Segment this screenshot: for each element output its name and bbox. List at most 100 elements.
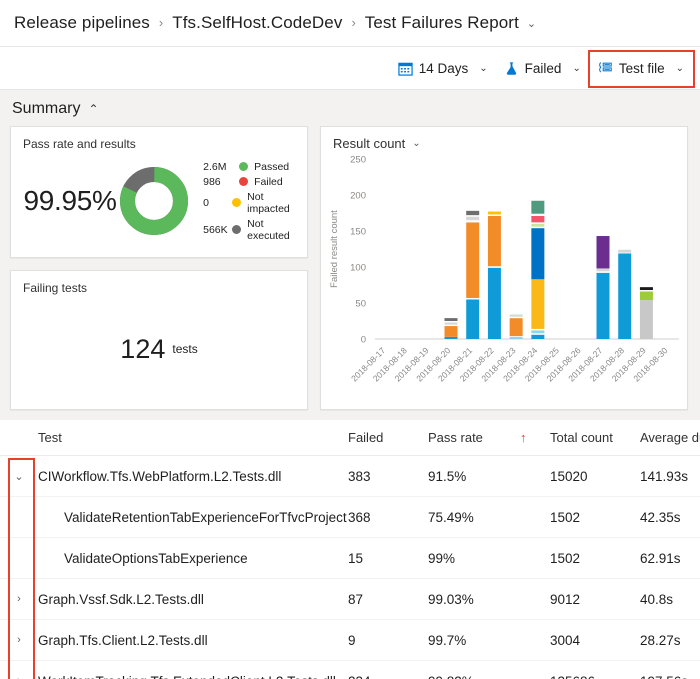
sort-ascending-icon[interactable]: ↑: [520, 430, 550, 445]
chevron-down-icon[interactable]: ⌄: [527, 17, 536, 30]
row-expander[interactable]: ›: [0, 634, 38, 646]
failing-tests-count: 124: [120, 333, 166, 364]
chevron-right-icon[interactable]: ›: [17, 675, 21, 679]
result-count-chart-menu[interactable]: Result count ⌄: [321, 127, 687, 151]
cell-average-duration: 42.35s: [640, 509, 681, 525]
chart-bar-segment[interactable]: [509, 318, 523, 337]
chart-bar-segment[interactable]: [596, 271, 610, 273]
chart-bar-segment[interactable]: [444, 336, 458, 339]
chevron-right-icon[interactable]: ›: [17, 593, 21, 605]
cell-average-duration: 197.56s: [640, 674, 700, 679]
chart-bar-segment[interactable]: [531, 226, 545, 229]
chart-bar-segment[interactable]: [531, 330, 545, 334]
table-row[interactable]: › WorkItemTracking.Tfs.ExtendedClient.L2.…: [0, 661, 700, 679]
filter-date-range[interactable]: 14 Days ⌄: [390, 57, 496, 80]
chart-bar-segment[interactable]: [444, 318, 458, 321]
chart-bar-segment[interactable]: [531, 228, 545, 280]
table-row[interactable]: › Graph.Tfs.Client.L2.Tests.dll 9 99.7% 3004…: [0, 620, 700, 661]
row-expander[interactable]: ⌄: [0, 470, 38, 483]
test-failures-report-page: Release pipelines › Tfs.SelfHost.CodeDev…: [0, 0, 700, 679]
filter-group-by[interactable]: Test file ⌄: [589, 57, 692, 80]
legend-label: Not executed: [247, 217, 290, 242]
test-results-table-wrap: Test Failed Pass rate ↑ Total count Aver…: [0, 420, 700, 679]
chart-bar-segment[interactable]: [444, 324, 458, 327]
filter-outcome[interactable]: Failed ⌄: [496, 57, 589, 80]
chart-bar-segment[interactable]: [618, 253, 632, 339]
legend-item: 566K Not executed: [203, 218, 297, 242]
chart-bar-segment[interactable]: [509, 313, 523, 315]
chart-bar-segment[interactable]: [509, 316, 523, 319]
legend-item: 986 Failed: [203, 176, 297, 188]
chart-bar-segment[interactable]: [466, 297, 480, 300]
table-header-pass-rate[interactable]: Pass rate: [428, 430, 520, 445]
chart-bar-segment[interactable]: [531, 222, 545, 224]
chart-bar-segment[interactable]: [509, 314, 523, 317]
chart-bar-segment[interactable]: [531, 213, 545, 216]
table-row[interactable]: ValidateRetentionTabExperienceForTfvcPro…: [0, 497, 700, 538]
chart-bar-segment[interactable]: [618, 249, 632, 253]
chart-bar-segment[interactable]: [487, 211, 501, 215]
cell-pass-rate: 91.5%: [428, 468, 467, 484]
cell-pass-rate: 99%: [428, 550, 456, 566]
chart-bar-segment[interactable]: [639, 300, 653, 339]
chart-bar-segment[interactable]: [487, 215, 501, 267]
chart-bar-segment[interactable]: [531, 223, 545, 227]
table-header-failed[interactable]: Failed: [348, 430, 428, 445]
table-header-average-duration[interactable]: Average duration: [640, 430, 700, 445]
table-row[interactable]: ⌄ CIWorkflow.Tfs.WebPlatform.L2.Tests.dll…: [0, 456, 700, 497]
chart-bar-segment[interactable]: [466, 216, 480, 221]
chevron-up-icon: ⌃: [88, 102, 99, 116]
chart-bar-segment[interactable]: [487, 266, 501, 268]
table-row[interactable]: › Graph.Vssf.Sdk.L2.Tests.dll 87 99.03% 9012…: [0, 579, 700, 620]
breadcrumb-item-report[interactable]: Test Failures Report: [365, 13, 519, 33]
chart-bar-segment[interactable]: [487, 267, 501, 339]
table-row[interactable]: ValidateOptionsTabExperience 15 99% 1502 62.…: [0, 538, 700, 579]
summary-toggle[interactable]: Summary ⌃: [0, 90, 700, 126]
cell-average-duration: 62.91s: [640, 550, 681, 566]
chart-bar-segment[interactable]: [531, 215, 545, 223]
chart-bar-segment[interactable]: [639, 287, 653, 291]
breadcrumb-item-release-pipelines[interactable]: Release pipelines: [14, 13, 150, 33]
chart-bar-segment[interactable]: [444, 321, 458, 323]
chart-bar-segment[interactable]: [444, 326, 458, 337]
chart-bar-segment[interactable]: [531, 334, 545, 339]
chart-bar-segment[interactable]: [531, 328, 545, 331]
chart-bar-segment[interactable]: [531, 200, 545, 214]
table-header-test[interactable]: Test: [38, 430, 348, 445]
chart-bar-segment[interactable]: [596, 272, 610, 339]
chart-bar-segment[interactable]: [531, 333, 545, 335]
chart-bar-segment[interactable]: [487, 214, 501, 216]
table-header-total-count[interactable]: Total count: [550, 430, 640, 445]
group-by-icon: [597, 61, 613, 76]
chart-bar-segment[interactable]: [596, 268, 610, 272]
legend-label: Not impacted: [247, 190, 290, 215]
legend-label: Passed: [254, 160, 290, 173]
chart-bar-segment[interactable]: [466, 222, 480, 298]
chart-bar-segment[interactable]: [639, 290, 653, 292]
chart-bar-segment[interactable]: [444, 322, 458, 325]
chart-bar-segment[interactable]: [509, 336, 523, 339]
y-axis-tick-label: 200: [350, 191, 366, 202]
row-expander[interactable]: ›: [0, 593, 38, 605]
chevron-down-icon[interactable]: ⌄: [14, 470, 23, 483]
chart-bar-segment[interactable]: [466, 210, 480, 216]
chart-bar-segment[interactable]: [466, 215, 480, 217]
chart-bar-segment[interactable]: [596, 236, 610, 269]
row-expander[interactable]: ›: [0, 675, 38, 679]
flask-icon: [504, 61, 519, 76]
chart-bar-segment[interactable]: [618, 252, 632, 254]
chart-bar-segment[interactable]: [466, 299, 480, 339]
y-axis-tick-label: 250: [350, 155, 366, 166]
chart-bar-segment[interactable]: [466, 220, 480, 223]
filter-outcome-label: Failed: [524, 60, 562, 76]
cell-failed: 234: [348, 674, 428, 679]
table-body: ⌄ CIWorkflow.Tfs.WebPlatform.L2.Tests.dll…: [0, 456, 700, 679]
breadcrumb-item-pipeline[interactable]: Tfs.SelfHost.CodeDev: [172, 13, 342, 33]
chevron-right-icon[interactable]: ›: [17, 634, 21, 646]
y-axis-tick-label: 0: [361, 335, 366, 346]
chart-bar-segment[interactable]: [531, 279, 545, 329]
chart-bar-segment[interactable]: [639, 291, 653, 301]
cell-test: ValidateOptionsTabExperience: [64, 550, 248, 566]
pass-rate-donut-chart: [119, 166, 189, 236]
chart-bar-segment[interactable]: [509, 336, 523, 337]
